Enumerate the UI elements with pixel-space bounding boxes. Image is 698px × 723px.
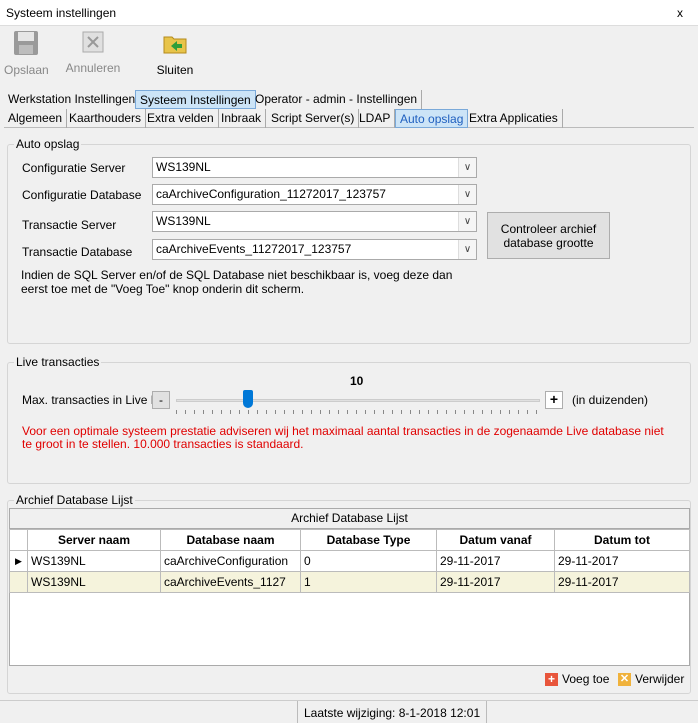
row-header-col [9,529,28,551]
remove-label: Verwijder [635,672,685,686]
table-row[interactable]: WS139NL caArchiveEvents_1127 1 29-11-201… [9,571,690,593]
add-label: Voeg toe [562,672,610,686]
tab-auto-opslag[interactable]: Auto opslag [395,109,469,128]
cancel-x-icon [82,31,104,53]
col-database-type[interactable]: Database Type [300,529,437,551]
cell-type[interactable]: 1 [300,571,437,593]
slider-ticks [176,410,540,414]
delete-x-icon: ✕ [618,673,631,686]
save-label: Opslaan [4,63,49,77]
tab-operator[interactable]: Operator - admin - Instellingen [251,90,423,109]
table-header: Server naam Database naam Database Type … [9,529,690,551]
cell-server[interactable]: WS139NL [27,550,161,572]
trans-server-label: Transactie Server [22,218,117,232]
check-archive-size-button[interactable]: Controleer archief database grootte [487,212,610,259]
live-transacties-group: Live transacties [7,355,691,484]
decrease-button[interactable]: - [152,391,170,409]
cancel-label: Annuleren [65,61,121,75]
tab-extra-velden[interactable]: Extra velden [143,109,219,128]
last-change-text: Laatste wijziging: 8-1-2018 12:01 [297,701,488,723]
col-database-naam[interactable]: Database naam [160,529,301,551]
chevron-down-icon[interactable]: ∨ [458,158,476,177]
config-db-value: caArchiveConfiguration_11272017_123757 [156,187,386,201]
unit-label: (in duizenden) [572,393,649,407]
trans-server-value: WS139NL [156,214,211,228]
slider-thumb[interactable] [243,390,253,408]
row-header-cell [9,571,28,593]
tab-ldap[interactable]: LDAP [355,109,396,128]
close-button[interactable]: Sluiten [152,30,198,77]
config-server-label: Configuratie Server [22,161,126,175]
col-datum-vanaf[interactable]: Datum vanaf [436,529,555,551]
cell-type[interactable]: 0 [300,550,437,572]
slider-value: 10 [350,374,364,388]
auto-opslag-title: Auto opslag [14,137,82,151]
main-tab-bar: Werkstation Instellingen Systeem Instell… [4,90,694,109]
close-label: Sluiten [156,63,194,77]
grid-title: Archief Database Lijst [10,509,689,529]
tab-extra-applicaties[interactable]: Extra Applicaties [465,109,563,128]
plus-icon: + [545,673,558,686]
archive-table: Server naam Database naam Database Type … [9,529,690,593]
archive-group-title: Archief Database Lijst [14,493,135,507]
tab-script-servers[interactable]: Script Server(s) [267,109,360,128]
chevron-down-icon[interactable]: ∨ [458,240,476,259]
col-server-naam[interactable]: Server naam [27,529,161,551]
table-row[interactable]: ▶ WS139NL caArchiveConfiguration 0 29-11… [9,550,690,572]
folder-exit-icon [163,36,187,54]
save-button[interactable]: Opslaan [4,30,49,77]
cell-to[interactable]: 29-11-2017 [554,550,690,572]
live-transacties-title: Live transacties [14,355,102,369]
increase-button[interactable]: + [545,391,563,409]
cancel-button[interactable]: Annuleren [62,30,124,75]
live-warning-text: Voor een optimale systeem prestatie advi… [22,424,664,451]
config-db-label: Configuratie Database [22,188,142,202]
status-bar: Laatste wijziging: 8-1-2018 12:01 [0,700,698,723]
tab-algemeen[interactable]: Algemeen [4,109,68,128]
archive-grid: Archief Database Lijst Server naam Datab… [9,508,690,666]
window-title: Systeem instellingen [6,6,117,20]
tab-kaarthouders[interactable]: Kaarthouders [65,109,147,128]
slider-track [176,399,540,402]
current-row-indicator-icon: ▶ [9,550,28,572]
floppy-disk-icon [14,31,38,55]
cell-server[interactable]: WS139NL [27,571,161,593]
title-bar: Systeem instellingen x [0,0,698,26]
trans-db-value: caArchiveEvents_11272017_123757 [156,242,352,256]
trans-db-label: Transactie Database [22,245,133,259]
sub-tab-bar: Algemeen Kaarthouders Extra velden Inbra… [4,109,694,128]
cell-from[interactable]: 29-11-2017 [436,550,555,572]
tab-inbraak[interactable]: Inbraak [217,109,267,128]
close-window-button[interactable]: x [670,4,690,22]
config-server-select[interactable]: WS139NL ∨ [152,157,477,178]
col-datum-tot[interactable]: Datum tot [554,529,690,551]
max-transacties-label: Max. transacties in Live DB: [22,393,171,407]
trans-db-select[interactable]: caArchiveEvents_11272017_123757 ∨ [152,239,477,260]
sql-info-text: Indien de SQL Server en/of de SQL Databa… [21,268,453,296]
chevron-down-icon[interactable]: ∨ [458,185,476,204]
chevron-down-icon[interactable]: ∨ [458,212,476,231]
cell-from[interactable]: 29-11-2017 [436,571,555,593]
cell-database[interactable]: caArchiveEvents_1127 [160,571,301,593]
config-db-select[interactable]: caArchiveConfiguration_11272017_123757 ∨ [152,184,477,205]
config-server-value: WS139NL [156,160,211,174]
tab-systeem[interactable]: Systeem Instellingen [135,90,256,109]
cell-database[interactable]: caArchiveConfiguration [160,550,301,572]
tab-werkstation[interactable]: Werkstation Instellingen [4,90,141,109]
cell-to[interactable]: 29-11-2017 [554,571,690,593]
transacties-slider[interactable] [176,390,540,414]
trans-server-select[interactable]: WS139NL ∨ [152,211,477,232]
